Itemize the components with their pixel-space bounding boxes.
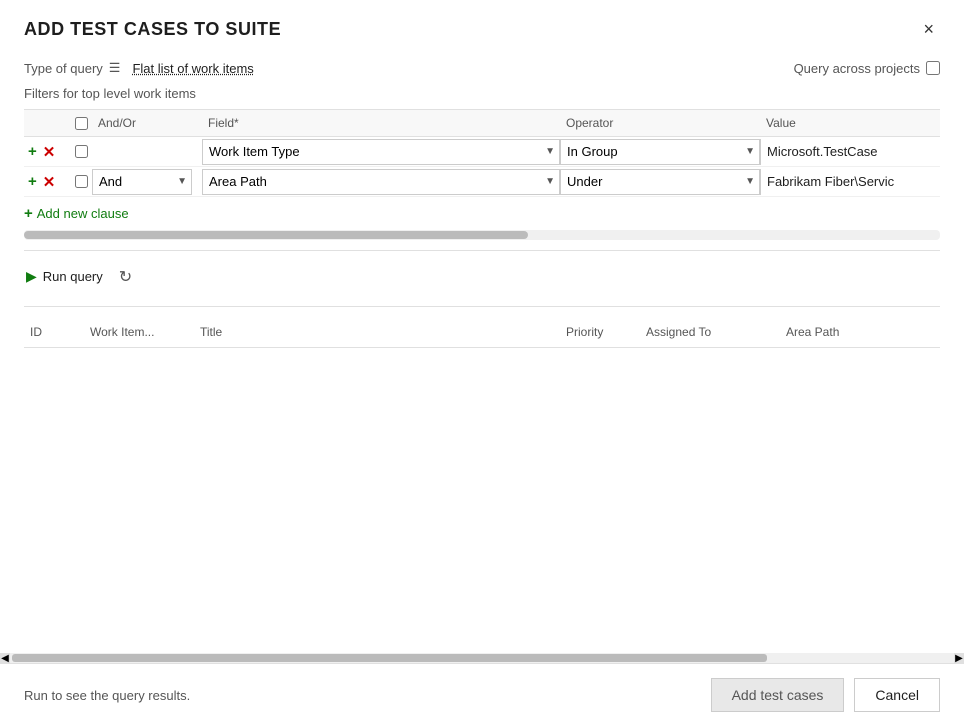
query-across-label: Query across projects <box>794 61 920 76</box>
table-row: + ✕ And Or ▼ <box>24 167 940 197</box>
row2-actions: + ✕ <box>24 173 70 191</box>
divider-1 <box>24 250 940 251</box>
row1-remove-icon[interactable]: ✕ <box>41 143 58 161</box>
row2-checkbox[interactable] <box>75 175 88 188</box>
row1-checkbox[interactable] <box>75 145 88 158</box>
run-query-button[interactable]: ▶ Run query <box>24 265 109 288</box>
add-test-cases-dialog: ADD TEST CASES TO SUITE × Type of query … <box>0 0 964 726</box>
row1-operator-col: In Group = <> In Not In ▼ <box>560 139 760 165</box>
results-col-title: Title <box>194 321 560 343</box>
row1-value-col: Microsoft.TestCase <box>760 139 940 165</box>
row1-value-display: Microsoft.TestCase <box>760 139 940 165</box>
row2-checkbox-col <box>70 175 92 188</box>
query-across-row: Query across projects <box>794 61 940 76</box>
cancel-button[interactable]: Cancel <box>854 678 940 712</box>
row2-value-display: Fabrikam Fiber\Servic <box>760 169 940 195</box>
dialog-body: Type of query ☰ Flat list of work items … <box>0 50 964 663</box>
query-across-checkbox[interactable] <box>926 61 940 75</box>
footer-status: Run to see the query results. <box>24 688 190 703</box>
play-icon: ▶ <box>26 268 37 285</box>
results-area <box>24 348 940 653</box>
footer-buttons: Add test cases Cancel <box>711 678 940 712</box>
row2-value-col: Fabrikam Fiber\Servic <box>760 169 940 195</box>
scrollbar-track <box>10 653 954 663</box>
refresh-button[interactable]: ↻ <box>119 267 132 287</box>
row2-add-icon[interactable]: + <box>26 173 39 190</box>
query-type-value[interactable]: Flat list of work items <box>132 61 253 76</box>
scrollbar-left-arrow[interactable]: ◀ <box>0 653 10 663</box>
select-all-checkbox[interactable] <box>75 117 88 130</box>
add-clause-label: Add new clause <box>37 206 129 221</box>
row2-operator-select[interactable]: Under = <> In Not In <box>560 169 760 195</box>
row1-operator-select[interactable]: In Group = <> In Not In <box>560 139 760 165</box>
scrollbar-right-arrow[interactable]: ▶ <box>954 653 964 663</box>
query-type-label: Type of query <box>24 61 103 76</box>
query-type-row: Type of query ☰ Flat list of work items … <box>24 50 940 82</box>
dialog-title: ADD TEST CASES TO SUITE <box>24 19 281 40</box>
row1-checkbox-col <box>70 145 92 158</box>
add-test-cases-button[interactable]: Add test cases <box>711 678 845 712</box>
run-query-row: ▶ Run query ↻ <box>24 261 940 296</box>
header-field: Field* <box>202 116 560 130</box>
scrollbar-thumb <box>12 654 767 662</box>
run-query-label: Run query <box>43 269 103 284</box>
list-icon: ☰ <box>109 60 121 76</box>
results-col-priority: Priority <box>560 321 640 343</box>
row1-field-col: Work Item Type Area Path Title Assigned … <box>202 139 560 165</box>
filter-scrollbar[interactable] <box>24 230 940 240</box>
header-operator: Operator <box>560 116 760 130</box>
table-row: + ✕ Work Item Type Area Path Title <box>24 137 940 167</box>
row2-operator-col: Under = <> In Not In ▼ <box>560 169 760 195</box>
add-clause-icon: + <box>24 205 33 222</box>
header-value: Value <box>760 116 940 130</box>
results-col-assigned: Assigned To <box>640 321 780 343</box>
filters-table-header: And/Or Field* Operator Value <box>24 109 940 137</box>
bottom-scrollbar[interactable]: ◀ ▶ <box>0 653 964 663</box>
row1-add-icon[interactable]: + <box>26 143 39 160</box>
results-col-area: Area Path <box>780 321 940 343</box>
filter-scrollbar-thumb <box>24 231 528 239</box>
row2-field-col: Area Path Work Item Type Title Assigned … <box>202 169 560 195</box>
row1-actions: + ✕ <box>24 143 70 161</box>
header-checkbox-col <box>70 117 92 130</box>
dialog-header: ADD TEST CASES TO SUITE × <box>0 0 964 50</box>
close-button[interactable]: × <box>917 18 940 40</box>
results-col-id: ID <box>24 321 84 343</box>
results-col-wit: Work Item... <box>84 321 194 343</box>
dialog-footer: Run to see the query results. Add test c… <box>0 663 964 726</box>
row1-field-select[interactable]: Work Item Type Area Path Title Assigned … <box>202 139 560 165</box>
header-andor: And/Or <box>92 116 202 130</box>
filter-rows: + ✕ Work Item Type Area Path Title <box>24 137 940 197</box>
row2-field-select[interactable]: Area Path Work Item Type Title Assigned … <box>202 169 560 195</box>
row2-remove-icon[interactable]: ✕ <box>41 173 58 191</box>
add-clause-row[interactable]: + Add new clause <box>24 205 940 222</box>
filters-label: Filters for top level work items <box>24 82 940 109</box>
results-table-header: ID Work Item... Title Priority Assigned … <box>24 317 940 348</box>
row2-andor-select[interactable]: And Or <box>92 169 192 195</box>
divider-2 <box>24 306 940 307</box>
row2-andor-col: And Or ▼ <box>92 169 202 195</box>
